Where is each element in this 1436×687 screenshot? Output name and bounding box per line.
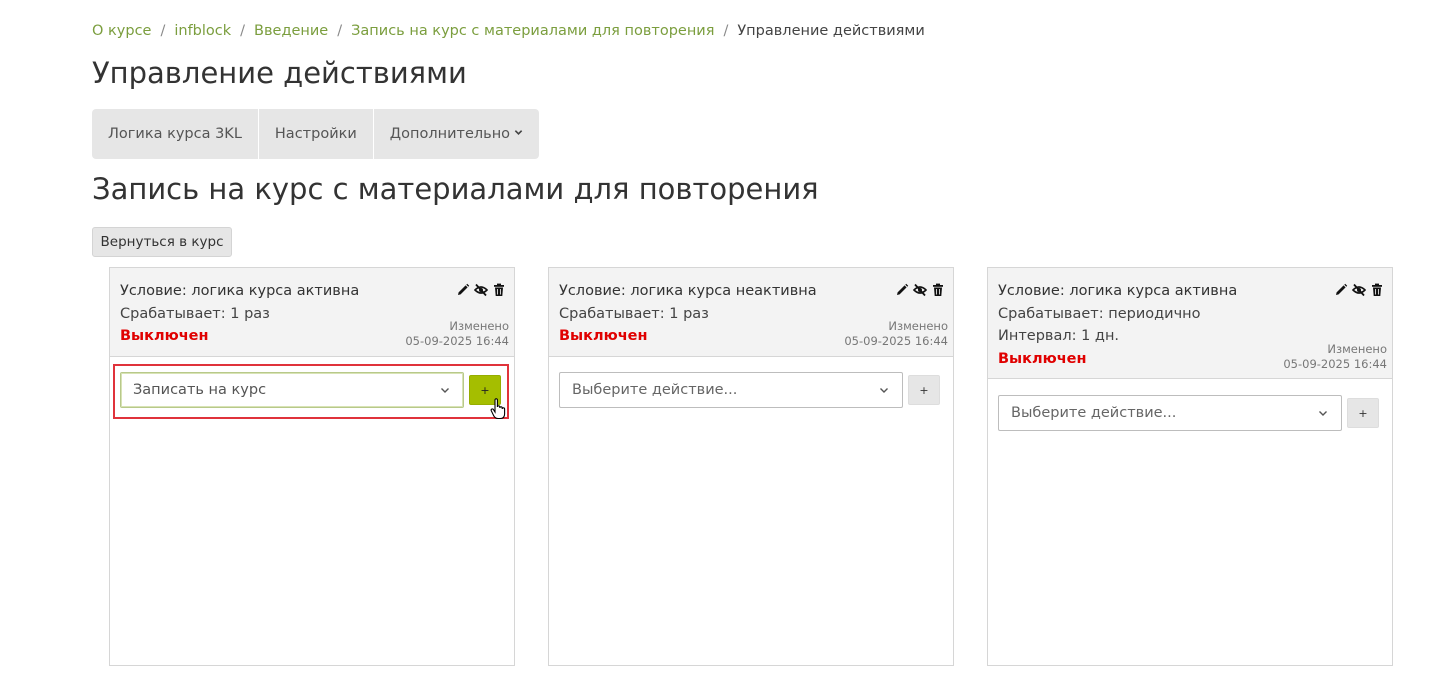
section-title: Запись на курс с материалами для повторе… (92, 172, 819, 206)
trash-icon[interactable] (1370, 283, 1384, 297)
card-actions (895, 283, 945, 297)
action-select[interactable]: Записать на курс (120, 372, 464, 408)
tab-settings[interactable]: Настройки (259, 109, 374, 159)
modified-label: Изменено (449, 319, 509, 333)
back-to-course-button[interactable]: Вернуться в курс (92, 227, 232, 257)
trash-icon[interactable] (931, 283, 945, 297)
trash-icon[interactable] (492, 283, 506, 297)
breadcrumb-link-activity[interactable]: Запись на курс с материалами для повторе… (351, 23, 714, 39)
action-select[interactable]: Выберите действие... (559, 372, 903, 408)
action-row: Выберите действие... + (998, 395, 1379, 431)
action-card: Условие: логика курса активна Срабатывае… (109, 267, 515, 666)
chevron-down-icon (439, 384, 451, 396)
action-select-value: Записать на курс (133, 382, 267, 398)
add-action-button[interactable]: + (1347, 398, 1379, 428)
chevron-down-icon (514, 128, 523, 140)
tab-more[interactable]: Дополнительно (374, 109, 539, 159)
pencil-icon[interactable] (895, 283, 909, 297)
modified-label: Изменено (888, 319, 948, 333)
breadcrumb-separator: / (723, 23, 729, 39)
action-row: Записать на курс + (120, 372, 501, 408)
card-header: Условие: логика курса активна Срабатывае… (110, 268, 514, 357)
card-actions (456, 283, 506, 297)
action-select-value: Выберите действие... (572, 382, 738, 398)
action-select[interactable]: Выберите действие... (998, 395, 1342, 431)
eye-slash-icon[interactable] (474, 283, 488, 297)
card-modified: Изменено 05-09-2025 16:44 (405, 319, 509, 349)
tab-course-logic[interactable]: Логика курса 3KL (92, 109, 259, 159)
card-modified: Изменено 05-09-2025 16:44 (844, 319, 948, 349)
page-title: Управление действиями (92, 56, 467, 90)
pencil-icon[interactable] (1334, 283, 1348, 297)
card-header: Условие: логика курса активна Срабатывае… (988, 268, 1392, 379)
modified-label: Изменено (1327, 342, 1387, 356)
action-card: Условие: логика курса неактивна Срабатыв… (548, 267, 954, 666)
breadcrumb-separator: / (160, 23, 166, 39)
add-action-button[interactable]: + (908, 375, 940, 405)
action-row: Выберите действие... + (559, 372, 940, 408)
breadcrumb-link-course[interactable]: О курсе (92, 23, 151, 39)
tab-label: Настройки (274, 126, 357, 142)
card-condition: Условие: логика курса неактивна (559, 283, 817, 299)
chevron-down-icon (1317, 407, 1329, 419)
card-actions (1334, 283, 1384, 297)
breadcrumb-current: Управление действиями (737, 23, 925, 39)
breadcrumb-link-infblock[interactable]: infblock (174, 23, 231, 39)
card-modified: Изменено 05-09-2025 16:44 (1283, 342, 1387, 372)
pencil-icon[interactable] (456, 283, 470, 297)
chevron-down-icon (878, 384, 890, 396)
breadcrumb-link-intro[interactable]: Введение (254, 23, 328, 39)
eye-slash-icon[interactable] (1352, 283, 1366, 297)
breadcrumb: О курсе / infblock / Введение / Запись н… (92, 20, 925, 42)
modified-date: 05-09-2025 16:44 (405, 334, 509, 348)
card-condition: Условие: логика курса активна (120, 283, 360, 299)
tab-label: Логика курса 3KL (108, 126, 242, 142)
card-condition: Условие: логика курса активна (998, 283, 1238, 299)
modified-date: 05-09-2025 16:44 (1283, 357, 1387, 371)
secondary-nav: Логика курса 3KL Настройки Дополнительно (92, 109, 540, 159)
modified-date: 05-09-2025 16:44 (844, 334, 948, 348)
eye-slash-icon[interactable] (913, 283, 927, 297)
breadcrumb-separator: / (240, 23, 246, 39)
card-header: Условие: логика курса неактивна Срабатыв… (549, 268, 953, 357)
action-select-value: Выберите действие... (1011, 405, 1177, 421)
card-triggers: Срабатывает: периодично (998, 305, 1201, 322)
pointer-cursor-icon (490, 398, 506, 420)
action-card: Условие: логика курса активна Срабатывае… (987, 267, 1393, 666)
breadcrumb-separator: / (337, 23, 343, 39)
tab-label: Дополнительно (389, 126, 511, 142)
